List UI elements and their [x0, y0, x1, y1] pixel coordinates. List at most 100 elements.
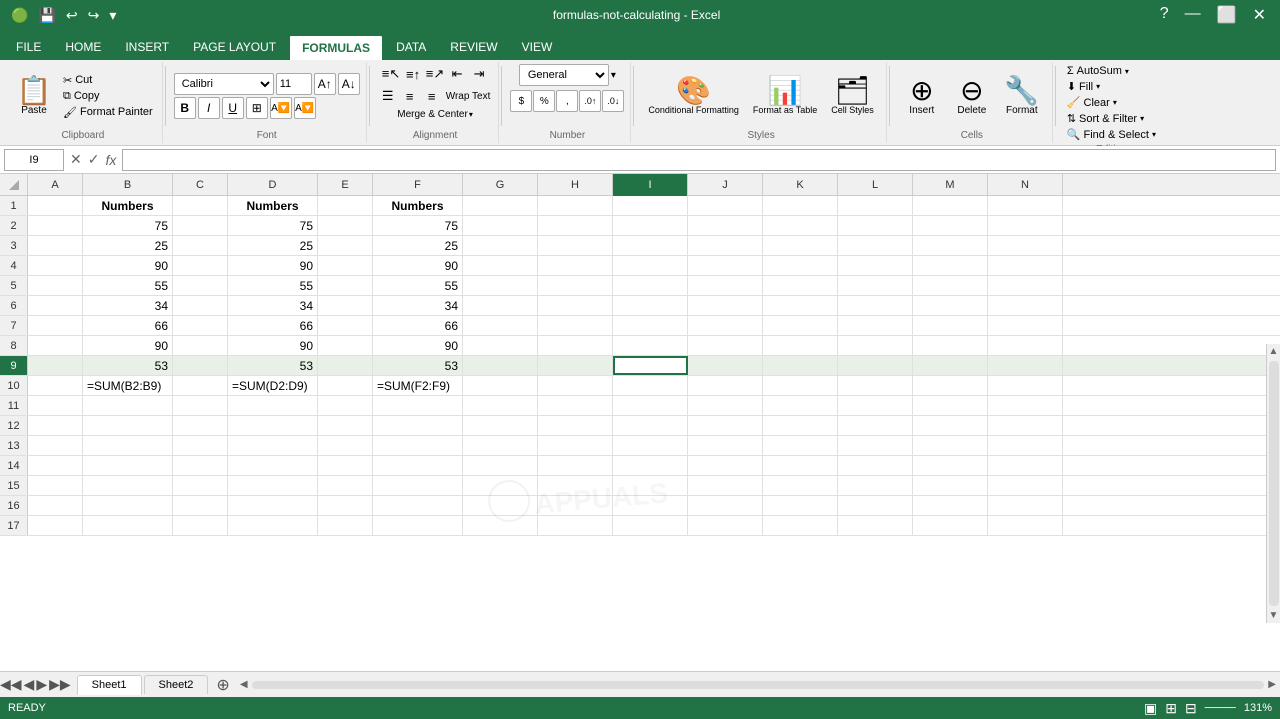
- minimize-btn[interactable]: —: [1179, 5, 1207, 25]
- font-family-select[interactable]: Calibri: [174, 73, 274, 95]
- fx-icon[interactable]: fx: [103, 152, 118, 168]
- cell-b8[interactable]: 90: [83, 336, 173, 355]
- cell-g4[interactable]: [463, 256, 538, 275]
- view-layout-icon[interactable]: ⊞: [1165, 700, 1177, 717]
- align-top-left-btn[interactable]: ≡↖: [381, 64, 401, 84]
- wrap-text-btn[interactable]: Wrap Text: [444, 90, 493, 103]
- row-num-8[interactable]: 8: [0, 336, 28, 355]
- cell-d3[interactable]: 25: [228, 236, 318, 255]
- italic-btn[interactable]: I: [198, 97, 220, 119]
- confirm-formula-icon[interactable]: ✓: [86, 151, 102, 168]
- indent-increase-btn[interactable]: ⇥: [469, 64, 489, 84]
- cell-a1[interactable]: [28, 196, 83, 215]
- cell-b5[interactable]: 55: [83, 276, 173, 295]
- row-num-6[interactable]: 6: [0, 296, 28, 315]
- find-select-button[interactable]: 🔍 Find & Select ▾: [1064, 127, 1159, 142]
- cell-b9[interactable]: 53: [83, 356, 173, 375]
- cell-d2[interactable]: 75: [228, 216, 318, 235]
- cell-j9[interactable]: [688, 356, 763, 375]
- cell-a6[interactable]: [28, 296, 83, 315]
- view-normal-icon[interactable]: ▣: [1144, 700, 1157, 717]
- col-header-b[interactable]: B: [83, 174, 173, 196]
- cell-g9[interactable]: [463, 356, 538, 375]
- undo-icon[interactable]: ↩: [63, 5, 81, 26]
- cell-a9[interactable]: [28, 356, 83, 375]
- cell-e7[interactable]: [318, 316, 373, 335]
- tab-insert[interactable]: INSERT: [113, 34, 181, 60]
- col-header-c[interactable]: C: [173, 174, 228, 196]
- cell-d10[interactable]: =SUM(D2:D9): [228, 376, 318, 395]
- cell-j6[interactable]: [688, 296, 763, 315]
- fill-color-btn[interactable]: A🔽: [270, 97, 292, 119]
- row-num-4[interactable]: 4: [0, 256, 28, 275]
- cell-k3[interactable]: [763, 236, 838, 255]
- cell-e9[interactable]: [318, 356, 373, 375]
- row-num-2[interactable]: 2: [0, 216, 28, 235]
- font-increase-btn[interactable]: A↑: [314, 73, 336, 95]
- cell-g5[interactable]: [463, 276, 538, 295]
- cell-b3[interactable]: 25: [83, 236, 173, 255]
- autosum-dropdown[interactable]: ▾: [1125, 67, 1129, 76]
- cell-f5[interactable]: 55: [373, 276, 463, 295]
- cell-e4[interactable]: [318, 256, 373, 275]
- cell-j2[interactable]: [688, 216, 763, 235]
- format-painter-button[interactable]: 🖌 Format Painter: [60, 105, 156, 120]
- cell-h4[interactable]: [538, 256, 613, 275]
- formula-input[interactable]: [122, 149, 1276, 171]
- currency-btn[interactable]: $: [510, 90, 532, 112]
- clear-button[interactable]: 🧹 Clear ▾: [1064, 95, 1159, 110]
- col-header-l[interactable]: L: [838, 174, 913, 196]
- cell-a5[interactable]: [28, 276, 83, 295]
- fill-dropdown[interactable]: ▾: [1096, 82, 1100, 91]
- scroll-down-btn[interactable]: ▼: [1267, 608, 1280, 623]
- tab-page-layout[interactable]: PAGE LAYOUT: [181, 34, 288, 60]
- cell-h6[interactable]: [538, 296, 613, 315]
- cell-e1[interactable]: [318, 196, 373, 215]
- cell-n5[interactable]: [988, 276, 1063, 295]
- cell-h9[interactable]: [538, 356, 613, 375]
- cell-a7[interactable]: [28, 316, 83, 335]
- redo-icon[interactable]: ↪: [85, 5, 103, 26]
- format-as-table-button[interactable]: 📊 Format as Table: [747, 73, 823, 120]
- cell-h8[interactable]: [538, 336, 613, 355]
- cell-f6[interactable]: 34: [373, 296, 463, 315]
- scroll-left-btn[interactable]: ◀: [240, 679, 248, 690]
- col-header-h[interactable]: H: [538, 174, 613, 196]
- cell-l5[interactable]: [838, 276, 913, 295]
- sheet-nav-last[interactable]: ▶▶: [49, 676, 71, 693]
- cell-c4[interactable]: [173, 256, 228, 275]
- align-top-center-btn[interactable]: ≡↑: [403, 64, 423, 84]
- insert-button[interactable]: ⊕ Insert: [898, 73, 946, 120]
- cell-n6[interactable]: [988, 296, 1063, 315]
- cancel-formula-icon[interactable]: ✕: [68, 151, 84, 168]
- cell-n9[interactable]: [988, 356, 1063, 375]
- number-format-expand[interactable]: ▾: [611, 70, 616, 81]
- cell-k4[interactable]: [763, 256, 838, 275]
- col-header-n[interactable]: N: [988, 174, 1063, 196]
- cell-i2[interactable]: [613, 216, 688, 235]
- cell-c9[interactable]: [173, 356, 228, 375]
- cell-j5[interactable]: [688, 276, 763, 295]
- cell-l2[interactable]: [838, 216, 913, 235]
- cell-c10[interactable]: [173, 376, 228, 395]
- cell-l3[interactable]: [838, 236, 913, 255]
- cell-f4[interactable]: 90: [373, 256, 463, 275]
- cell-l6[interactable]: [838, 296, 913, 315]
- cell-f3[interactable]: 25: [373, 236, 463, 255]
- cell-d9[interactable]: 53: [228, 356, 318, 375]
- cell-b7[interactable]: 66: [83, 316, 173, 335]
- cell-i5[interactable]: [613, 276, 688, 295]
- tab-view[interactable]: VIEW: [510, 34, 565, 60]
- cell-i9[interactable]: [613, 356, 688, 375]
- sort-filter-button[interactable]: ⇅ Sort & Filter ▾: [1064, 111, 1159, 126]
- indent-decrease-btn[interactable]: ⇤: [447, 64, 467, 84]
- col-header-f[interactable]: F: [373, 174, 463, 196]
- col-header-k[interactable]: K: [763, 174, 838, 196]
- cell-a2[interactable]: [28, 216, 83, 235]
- scroll-right-btn[interactable]: ▶: [1268, 679, 1276, 690]
- row-num-1[interactable]: 1: [0, 196, 28, 215]
- cell-e2[interactable]: [318, 216, 373, 235]
- cell-c3[interactable]: [173, 236, 228, 255]
- cell-m2[interactable]: [913, 216, 988, 235]
- cell-l1[interactable]: [838, 196, 913, 215]
